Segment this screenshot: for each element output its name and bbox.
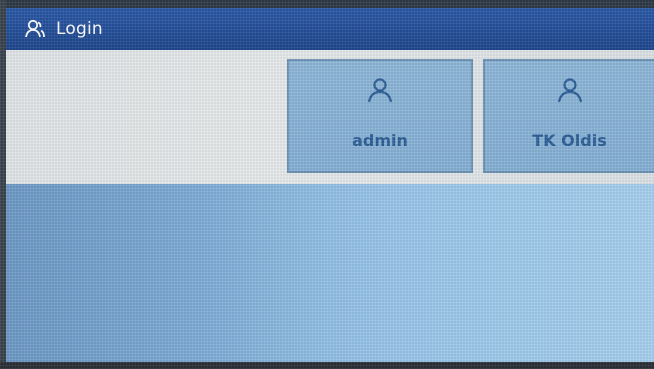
bezel-top [0, 0, 654, 8]
user-tile-tk-oldis[interactable]: TK Oldis [483, 59, 654, 173]
content-area [6, 184, 654, 362]
title-bar: Login [6, 8, 654, 50]
user-list: admin TK Oldis [6, 50, 654, 184]
user-name: TK Oldis [532, 131, 607, 150]
user-tile-admin[interactable]: admin [287, 59, 473, 173]
user-icon [485, 77, 654, 105]
user-icon [289, 77, 471, 105]
user-name: admin [352, 131, 408, 150]
user-icon [24, 19, 46, 39]
page-title: Login [56, 19, 103, 39]
login-screen: Login admin TK Oldis [0, 0, 654, 369]
bezel-bottom [0, 362, 654, 369]
